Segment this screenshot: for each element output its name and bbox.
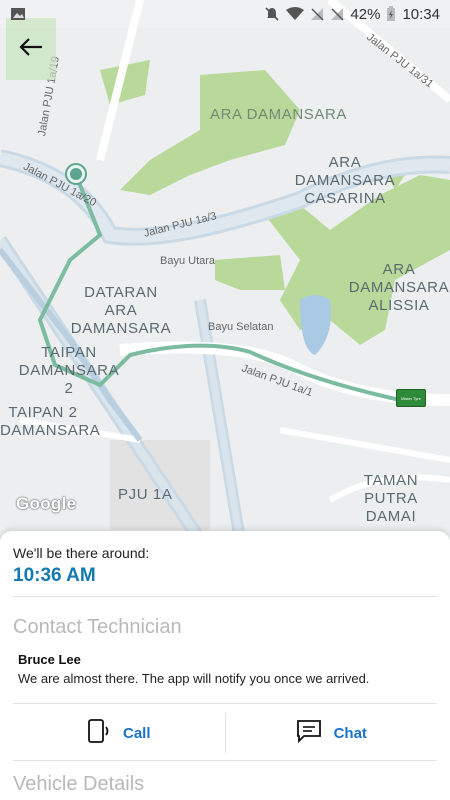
signal-icon [330,7,344,21]
chat-button[interactable]: Chat [226,705,438,761]
mute-icon [264,6,280,22]
status-bar: 42% 10:34 [0,0,450,28]
bottom-sheet: We'll be there around: 10:36 AM Contact … [0,531,450,800]
wifi-icon [286,7,305,21]
road-label: Bayu Utara [160,255,216,267]
area-label: TAIPAN 2 DAMANSARA [0,404,101,439]
signal-icon [310,7,324,21]
eta-label: We'll be there around: [13,545,150,561]
chat-icon [296,719,322,747]
road-label: Bayu Selatan [208,321,274,333]
divider [13,760,437,761]
divider [13,596,437,597]
chat-label: Chat [333,724,367,742]
google-logo: Google [16,494,77,513]
image-notification-icon [10,7,26,21]
arrow-left-icon [18,37,44,62]
call-button[interactable]: Call [13,705,225,761]
area-label: ARA DAMANSARA ALISSIA [348,261,450,314]
technician-message: We are almost there. The app will notify… [18,671,370,686]
vehicle-section-title: Vehicle Details [13,773,145,795]
phone-icon [87,718,111,748]
area-label: DATARAN ARA DAMANSARA [70,284,172,337]
area-label: TAIPAN DAMANSARA 2 [18,344,120,397]
battery-percent: 42% [350,5,381,23]
contact-section-title: Contact Technician [13,616,182,638]
area-label: ARA DAMANSARA CASARINA [294,154,396,207]
area-label: TAMAN PUTRA DAMAI [363,472,419,525]
technician-name: Bruce Lee [18,652,81,667]
map-view[interactable]: ARA DAMANSARA ARA DAMANSARA CASARINA ARA… [0,0,450,540]
origin-pin-icon [65,163,87,185]
contact-actions: Call Chat [13,705,437,761]
call-label: Call [122,724,151,742]
area-label: PJU 1A [118,486,173,503]
battery-charging-icon [386,6,396,22]
divider [13,703,437,704]
clock: 10:34 [402,5,440,23]
eta-time: 10:36 AM [13,565,96,586]
truck-icon: Mister Tyre [396,389,426,407]
area-label: ARA DAMANSARA [210,106,347,123]
